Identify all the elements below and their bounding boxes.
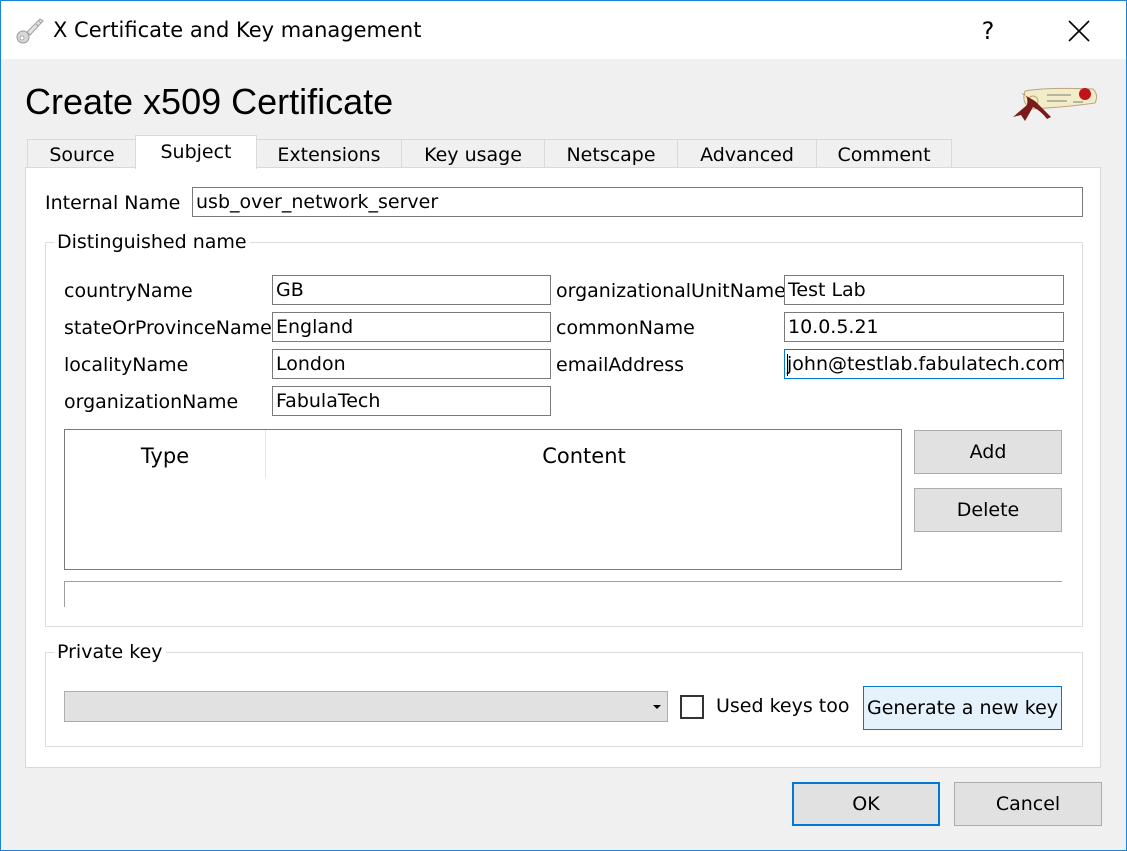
page-title: Create x509 Certificate bbox=[25, 81, 394, 122]
divider-edge bbox=[64, 581, 65, 607]
divider bbox=[64, 581, 1062, 582]
tab-label: Extensions bbox=[277, 144, 381, 166]
locality-input[interactable]: London bbox=[272, 349, 551, 379]
distinguished-name-group: Distinguished name countryName GB stateO… bbox=[45, 231, 1083, 627]
organization-input[interactable]: FabulaTech bbox=[272, 386, 551, 416]
locality-label: localityName bbox=[64, 354, 189, 376]
delete-button[interactable]: Delete bbox=[914, 488, 1062, 532]
tab-netscape[interactable]: Netscape bbox=[544, 139, 678, 168]
country-name-label: countryName bbox=[64, 280, 193, 302]
internal-name-input[interactable]: usb_over_network_server bbox=[192, 187, 1083, 217]
tab-label: Subject bbox=[160, 141, 232, 163]
tab-comment[interactable]: Comment bbox=[816, 139, 952, 168]
ok-button[interactable]: OK bbox=[792, 782, 940, 826]
org-unit-input[interactable]: Test Lab bbox=[784, 275, 1064, 305]
email-input[interactable]: john@testlab.fabulatech.com bbox=[784, 349, 1064, 379]
private-key-select[interactable] bbox=[64, 691, 668, 722]
chevron-down-icon bbox=[653, 705, 661, 709]
column-header-content[interactable]: Content bbox=[266, 430, 902, 478]
email-label: emailAddress bbox=[556, 354, 685, 376]
distinguished-name-title: Distinguished name bbox=[54, 231, 250, 253]
tab-label: Netscape bbox=[566, 144, 656, 166]
org-unit-label: organizationalUnitName bbox=[556, 280, 786, 302]
help-button[interactable]: ? bbox=[971, 11, 1005, 51]
common-name-input[interactable]: 10.0.5.21 bbox=[784, 312, 1064, 342]
column-header-type[interactable]: Type bbox=[65, 430, 265, 478]
common-name-label: commonName bbox=[556, 317, 695, 339]
tab-label: Comment bbox=[837, 144, 931, 166]
email-value: john@testlab.fabulatech.com bbox=[787, 353, 1064, 375]
private-key-group: Private key Used keys too Generate a new… bbox=[45, 641, 1083, 747]
country-name-input[interactable]: GB bbox=[272, 275, 551, 305]
state-input[interactable]: England bbox=[272, 312, 551, 342]
add-button[interactable]: Add bbox=[914, 430, 1062, 474]
used-keys-checkbox[interactable] bbox=[680, 695, 704, 719]
tab-label: Advanced bbox=[700, 144, 794, 166]
internal-name-label: Internal Name bbox=[45, 192, 181, 214]
extra-entries-table[interactable]: Type Content bbox=[64, 429, 902, 570]
help-icon: ? bbox=[981, 17, 995, 45]
tab-source[interactable]: Source bbox=[27, 139, 137, 168]
tab-extensions[interactable]: Extensions bbox=[256, 139, 402, 168]
tab-label: Key usage bbox=[424, 144, 522, 166]
cancel-button[interactable]: Cancel bbox=[954, 782, 1102, 826]
tab-label: Source bbox=[49, 144, 115, 166]
organization-label: organizationName bbox=[64, 391, 239, 413]
window-title: X Certificate and Key management bbox=[53, 18, 422, 42]
key-icon bbox=[16, 18, 44, 44]
generate-key-button[interactable]: Generate a new key bbox=[863, 686, 1062, 730]
used-keys-label[interactable]: Used keys too bbox=[716, 695, 850, 717]
tab-subject[interactable]: Subject bbox=[135, 135, 257, 169]
dialog-window: X Certificate and Key management ? Creat… bbox=[0, 0, 1127, 851]
certificate-scroll-logo bbox=[1013, 87, 1098, 121]
tab-key-usage[interactable]: Key usage bbox=[401, 139, 545, 168]
subject-tab-panel: Internal Name usb_over_network_server Di… bbox=[25, 167, 1101, 768]
close-icon[interactable] bbox=[1059, 11, 1099, 51]
tab-advanced[interactable]: Advanced bbox=[677, 139, 817, 168]
title-bar: X Certificate and Key management ? bbox=[1, 1, 1126, 59]
private-key-title: Private key bbox=[54, 641, 166, 663]
state-label: stateOrProvinceName bbox=[64, 317, 272, 339]
